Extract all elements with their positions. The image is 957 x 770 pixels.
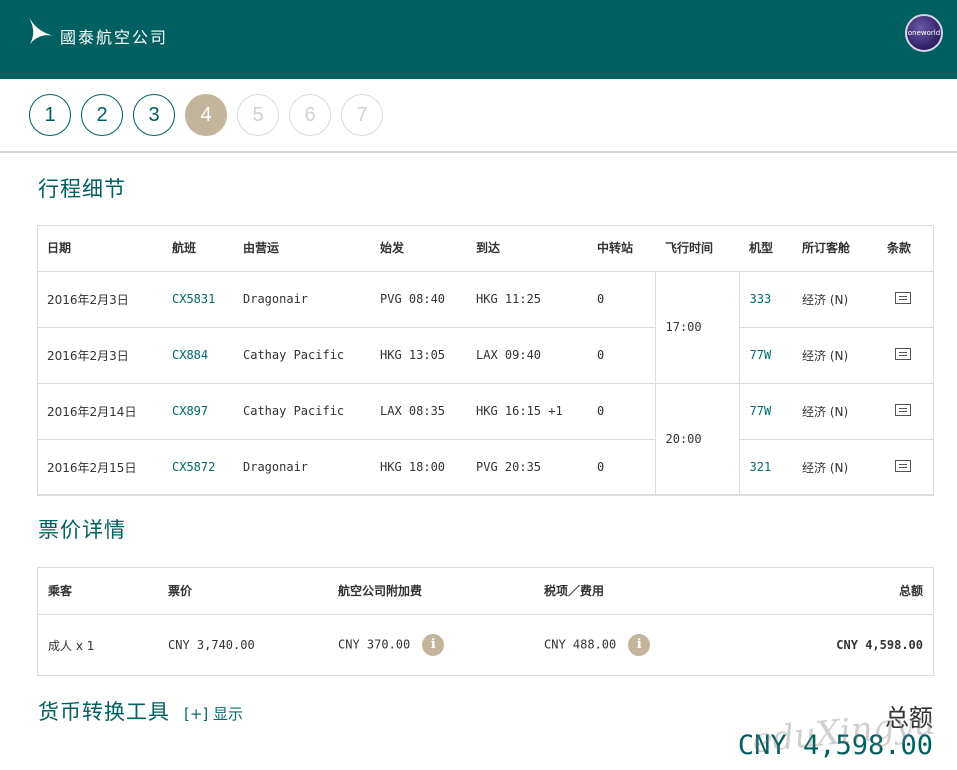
currency-converter: 货币转换工具 [+] 显示	[38, 696, 243, 726]
grand-total-amount: CNY 4,598.00	[737, 730, 933, 761]
col-depart: 始发	[370, 225, 466, 272]
flight-link[interactable]: CX5831	[162, 271, 233, 328]
cell-depart: HKG 18:00	[370, 439, 466, 496]
cell-stops: 0	[587, 383, 655, 440]
col-duration: 飞行时间	[655, 225, 739, 272]
currency-show-toggle[interactable]: [+] 显示	[184, 703, 243, 724]
col-fare: 票价	[158, 568, 328, 615]
fare-conditions-icon[interactable]	[895, 291, 911, 304]
table-row: 2016年2月15日 CX5872 Dragonair HKG 18:00 PV…	[37, 439, 934, 496]
cell-operator: Cathay Pacific	[233, 383, 370, 440]
step-5: 5	[237, 94, 279, 136]
cell-passenger: 成人 x 1	[48, 638, 95, 653]
table-row: 2016年2月3日 CX5831 Dragonair PVG 08:40 HKG…	[37, 271, 934, 384]
flight-link[interactable]: CX5872	[162, 439, 233, 496]
itinerary-header-row: 日期 航班 由营运 始发 到达 中转站 飞行时间 机型 所订客舱 条款	[37, 225, 934, 272]
cell-depart: LAX 08:35	[370, 383, 466, 440]
col-flight: 航班	[162, 225, 233, 272]
step-2[interactable]: 2	[81, 94, 123, 136]
oneworld-label: oneworld	[907, 29, 941, 37]
fare-conditions-icon[interactable]	[895, 403, 911, 416]
cell-date: 2016年2月3日	[37, 327, 162, 384]
taxes-info-icon[interactable]: i	[628, 634, 651, 657]
brushwing-logo-icon	[29, 17, 54, 44]
cell-conditions	[877, 327, 934, 384]
fare-conditions-icon[interactable]	[895, 347, 911, 360]
itinerary-title: 行程细节	[38, 177, 126, 201]
fare-conditions-icon[interactable]	[895, 459, 911, 472]
cell-stops: 0	[587, 271, 655, 328]
cell-cabin: 经济 (N)	[792, 327, 877, 384]
col-operator: 由营运	[233, 225, 370, 272]
cell-arrive: LAX 09:40	[466, 327, 587, 384]
cell-arrive: HKG 16:15 +1	[466, 383, 587, 440]
airline-logo[interactable]: 國泰航空公司	[28, 14, 168, 48]
grand-total-label: 总额	[885, 704, 933, 732]
col-aircraft: 机型	[739, 225, 792, 272]
cell-fare: CNY 3,740.00	[168, 638, 255, 653]
flight-link[interactable]: CX897	[162, 383, 233, 440]
aircraft-link[interactable]: 77W	[739, 383, 792, 440]
aircraft-link[interactable]: 333	[739, 271, 792, 328]
cell-arrive: PVG 20:35	[466, 439, 587, 496]
step-4-current: 4	[185, 94, 227, 136]
surcharge-info-icon[interactable]: i	[422, 634, 445, 657]
table-row: 2016年2月14日 CX897 Cathay Pacific LAX 08:3…	[37, 383, 934, 496]
cell-operator: Dragonair	[233, 271, 370, 328]
airline-name: 國泰航空公司	[60, 28, 169, 47]
cell-operator: Dragonair	[233, 439, 370, 496]
cell-arrive: HKG 11:25	[466, 271, 587, 328]
col-taxes: 税项／费用	[534, 568, 734, 615]
cell-surcharge: CNY 370.00 i	[328, 614, 534, 676]
cell-date: 2016年2月3日	[37, 271, 162, 328]
col-cabin: 所订客舱	[792, 225, 877, 272]
fare-table: 乘客 票价 航空公司附加费 税项／费用 总额 成人 x 1 CNY 3,740.…	[38, 568, 933, 676]
cell-date: 2016年2月15日	[37, 439, 162, 496]
cell-conditions	[877, 439, 934, 496]
fare-header-row: 乘客 票价 航空公司附加费 税项／费用 总额	[38, 568, 933, 615]
cell-stops: 0	[587, 327, 655, 384]
cell-depart: PVG 08:40	[370, 271, 466, 328]
col-total: 总额	[734, 568, 933, 615]
cell-cabin: 经济 (N)	[792, 439, 877, 496]
col-conditions: 条款	[877, 225, 934, 272]
step-3[interactable]: 3	[133, 94, 175, 136]
oneworld-logo[interactable]: oneworld	[905, 14, 943, 52]
col-stops: 中转站	[587, 225, 655, 272]
flight-link[interactable]: CX884	[162, 327, 233, 384]
cell-cabin: 经济 (N)	[792, 271, 877, 328]
surcharge-value: CNY 370.00	[338, 637, 411, 652]
aircraft-link[interactable]: 77W	[739, 327, 792, 384]
cell-stops: 0	[587, 439, 655, 496]
site-header: 國泰航空公司 oneworld	[0, 0, 957, 79]
col-arrive: 到达	[466, 225, 587, 272]
cell-taxes: CNY 488.00 i	[534, 614, 734, 676]
cell-date: 2016年2月14日	[37, 383, 162, 440]
step-7: 7	[341, 94, 383, 136]
col-surcharge: 航空公司附加费	[328, 568, 534, 615]
cell-conditions	[877, 271, 934, 328]
cell-operator: Cathay Pacific	[233, 327, 370, 384]
fare-details-title: 票价详情	[38, 518, 126, 542]
cell-cabin: 经济 (N)	[792, 383, 877, 440]
table-row: 成人 x 1 CNY 3,740.00 CNY 370.00 i CNY 488.…	[38, 614, 933, 676]
step-1[interactable]: 1	[29, 94, 71, 136]
booking-steps: 1 2 3 4 5 6 7	[29, 94, 393, 136]
itinerary-table: 日期 航班 由营运 始发 到达 中转站 飞行时间 机型 所订客舱 条款 2016…	[37, 225, 934, 496]
col-date: 日期	[37, 225, 162, 272]
step-6: 6	[289, 94, 331, 136]
steps-divider	[0, 151, 957, 153]
cell-total: CNY 4,598.00	[836, 638, 923, 653]
col-passenger: 乘客	[38, 568, 158, 615]
currency-converter-title: 货币转换工具	[38, 700, 170, 724]
cell-duration: 20:00	[654, 383, 740, 496]
cell-conditions	[877, 383, 934, 440]
fare-table-frame: 乘客 票价 航空公司附加费 税项／费用 总额 成人 x 1 CNY 3,740.…	[37, 567, 934, 676]
cell-duration: 17:00	[654, 271, 740, 384]
cell-depart: HKG 13:05	[370, 327, 466, 384]
taxes-value: CNY 488.00	[544, 637, 617, 652]
aircraft-link[interactable]: 321	[739, 439, 792, 496]
table-row: 2016年2月3日 CX884 Cathay Pacific HKG 13:05…	[37, 327, 934, 384]
